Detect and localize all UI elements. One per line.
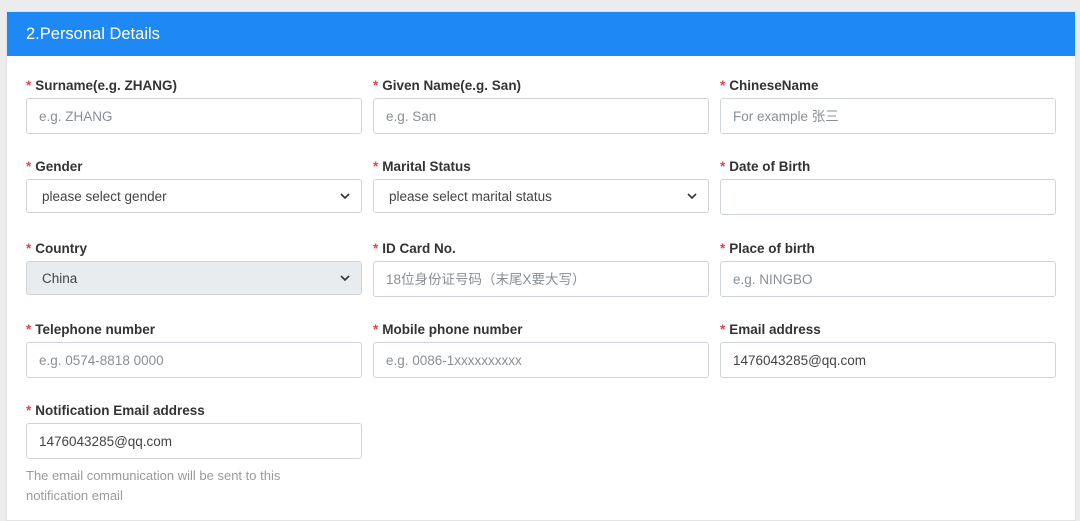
- required-marker: *: [720, 159, 726, 174]
- required-marker: *: [720, 78, 726, 93]
- given-name-label: * Given Name(e.g. San): [373, 78, 522, 93]
- date-of-birth-label: * Date of Birth: [720, 159, 811, 174]
- country-label: * Country: [26, 241, 88, 256]
- required-marker: *: [373, 78, 379, 93]
- mobile-input[interactable]: [373, 342, 709, 378]
- gender-label: * Gender: [26, 159, 83, 174]
- id-card-input[interactable]: [373, 261, 709, 297]
- mobile-label: * Mobile phone number: [373, 322, 523, 337]
- marital-status-selected-value: please select marital status: [389, 188, 552, 204]
- place-of-birth-input[interactable]: [720, 261, 1056, 297]
- surname-input[interactable]: [26, 98, 362, 134]
- required-marker: *: [26, 159, 32, 174]
- given-name-input[interactable]: [373, 98, 709, 134]
- required-marker: *: [26, 322, 32, 337]
- required-marker: *: [720, 241, 726, 256]
- notification-email-label: * Notification Email address: [26, 403, 205, 418]
- required-marker: *: [720, 322, 726, 337]
- chinese-name-label: * ChineseName: [720, 78, 819, 93]
- chevron-down-icon: [340, 275, 350, 282]
- date-of-birth-input[interactable]: [720, 179, 1056, 215]
- section-header: 2.Personal Details: [7, 12, 1075, 56]
- id-card-label: * ID Card No.: [373, 241, 456, 256]
- email-input[interactable]: [720, 342, 1056, 378]
- marital-status-label: * Marital Status: [373, 159, 471, 174]
- gender-selected-value: please select gender: [42, 188, 167, 204]
- notification-email-hint: The email communication will be sent to …: [26, 468, 281, 503]
- gender-select[interactable]: please select gender: [26, 179, 362, 213]
- email-label: * Email address: [720, 322, 821, 337]
- personal-details-card: 2.Personal Details * Surname(e.g. ZHANG) …: [6, 11, 1076, 521]
- place-of-birth-label: * Place of birth: [720, 241, 815, 256]
- required-marker: *: [26, 78, 32, 93]
- required-marker: *: [26, 403, 32, 418]
- country-selected-value: China: [42, 270, 78, 286]
- marital-status-select[interactable]: please select marital status: [373, 179, 709, 213]
- required-marker: *: [373, 159, 379, 174]
- notification-email-input[interactable]: [26, 423, 362, 459]
- required-marker: *: [26, 241, 32, 256]
- country-select[interactable]: China: [26, 261, 362, 295]
- required-marker: *: [373, 241, 379, 256]
- chevron-down-icon: [340, 193, 350, 200]
- chinese-name-input[interactable]: [720, 98, 1056, 134]
- required-marker: *: [373, 322, 379, 337]
- telephone-label: * Telephone number: [26, 322, 156, 337]
- surname-label: * Surname(e.g. ZHANG): [26, 78, 178, 93]
- telephone-input[interactable]: [26, 342, 362, 378]
- chevron-down-icon: [687, 193, 697, 200]
